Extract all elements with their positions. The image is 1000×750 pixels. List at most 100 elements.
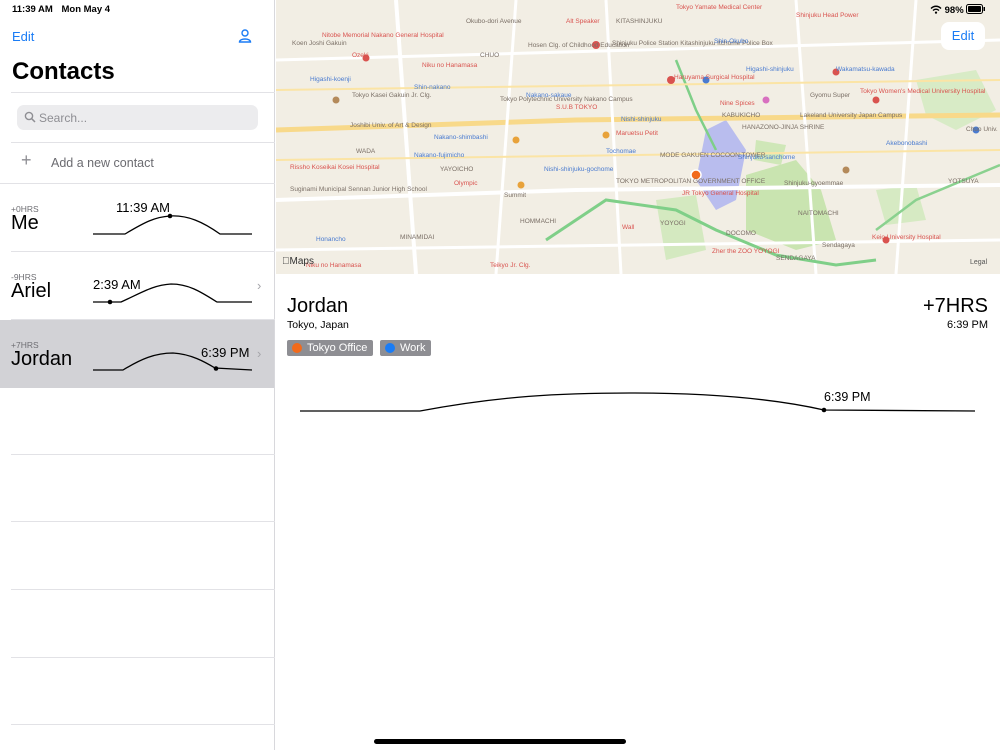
detail-curve-time: 6:39 PM — [824, 390, 871, 404]
current-time-dot — [213, 366, 219, 371]
map-label: Akebonobashi — [886, 140, 928, 147]
map-label: Ozeki — [352, 52, 369, 59]
contact-row-jordan[interactable]: +7HRS Jordan 6:39 PM › — [0, 320, 274, 388]
divider — [11, 92, 275, 93]
sidebar: 11:39 AM Mon May 4 Edit Contacts + Add a… — [0, 0, 275, 750]
map-label: MINAMIDAI — [400, 234, 435, 241]
map-label: Higashi-koenji — [310, 76, 351, 83]
map-label: Chuo Univ. — [966, 126, 998, 133]
maps-attribution[interactable]: Maps — [282, 256, 314, 267]
map-label: Keio University Hospital — [872, 234, 941, 241]
map-view[interactable]: Nitobe Memorial Nakano General Hospital … — [276, 0, 1000, 274]
map-label: Haruyama Surgical Hospital — [674, 74, 755, 81]
map-label: Shin-Okubo — [714, 38, 749, 45]
map-label: Honancho — [316, 236, 346, 243]
map-label: Okubo-dori Avenue — [466, 18, 522, 25]
tag-label: Tokyo Office — [307, 342, 368, 354]
map-label: Sendagaya — [822, 242, 855, 249]
map-label: Shinjuku-gyoemmae — [784, 180, 844, 187]
daylight-curve — [93, 283, 252, 305]
detail-time: 6:39 PM — [947, 319, 988, 331]
legal-link[interactable]: Legal — [970, 259, 987, 266]
map-label: Wakamatsu-kawada — [836, 66, 895, 73]
current-time-dot — [107, 299, 113, 305]
status-time: 11:39 AM — [12, 4, 53, 15]
map-label: Tokyo Women's Medical University Hospita… — [860, 88, 986, 95]
detail-daylight-curve — [300, 392, 976, 413]
divider — [11, 657, 275, 658]
divider — [11, 521, 275, 522]
current-time-dot — [167, 213, 173, 219]
map-label: Nitobe Memorial Nakano General Hospital — [322, 32, 444, 39]
add-contact-label: Add a new contact — [51, 156, 154, 170]
chevron-right-icon: › — [257, 278, 262, 293]
status-bar-left: 11:39 AM Mon May 4 — [12, 4, 116, 15]
map-label: Alt Speaker — [566, 18, 600, 25]
tag-color-dot — [385, 343, 395, 353]
add-contact-button[interactable]: + Add a new contact — [0, 148, 274, 180]
map-label: Niku no Hanamasa — [422, 62, 478, 69]
home-indicator[interactable] — [374, 739, 626, 744]
daylight-curve — [93, 213, 252, 235]
map-label: Tokyo Polytechnic University Nakano Camp… — [500, 96, 633, 103]
map-label: Zher the ZOO YOYOGI — [712, 248, 780, 255]
map-label: Gyomu Super — [810, 92, 851, 99]
map-label: DOCOMO — [726, 230, 756, 237]
status-date: Mon May 4 — [61, 4, 111, 15]
map-label: WADA — [356, 148, 376, 155]
page-title: Contacts — [12, 58, 115, 85]
daylight-curve — [93, 352, 253, 371]
contact-row-me[interactable]: +0HRS Me 11:39 AM — [0, 184, 274, 252]
detail-name: Jordan — [287, 295, 349, 317]
map-label: Nakano-fujimicho — [414, 152, 465, 159]
sidebar-edit-button[interactable]: Edit — [12, 29, 34, 44]
map-label: Shinjuku-sanchome — [738, 154, 796, 161]
map-label: KITASHINJUKU — [616, 18, 663, 25]
map-label: Nakano-shimbashi — [434, 134, 488, 141]
map-label: HANAZONO-JINJA SHRINE — [742, 124, 825, 131]
contact-name: Jordan — [11, 348, 73, 370]
detail-edit-button[interactable]: Edit — [941, 22, 985, 50]
search-bar[interactable] — [17, 105, 258, 130]
app-window: 11:39 AM Mon May 4 Edit Contacts + Add a… — [0, 0, 1000, 750]
map-label: Rissho Koseikai Kosei Hospital — [290, 164, 380, 171]
tag-label: Work — [400, 342, 426, 354]
map-label: Wall — [622, 224, 635, 231]
map-label: Summit — [504, 192, 527, 199]
detail-offset: +7HRS — [922, 295, 988, 317]
map-label: TOKYO METROPOLITAN GOVERNMENT OFFICE — [616, 178, 766, 185]
map-label: Shinjuku Police Station Kitashinjuku Itc… — [612, 40, 773, 47]
map-label: S.U.B TOKYO — [556, 104, 598, 111]
map-label: HOMMACHI — [520, 218, 557, 225]
chevron-right-icon: › — [257, 346, 262, 361]
search-input[interactable] — [39, 105, 249, 130]
map-label: KABUKICHO — [722, 112, 761, 119]
map-label: Teikyo Jr. Clg. — [490, 262, 531, 269]
contact-name: Ariel — [11, 280, 52, 302]
map-label: Niku no Hanamasa — [306, 262, 362, 269]
contact-row-ariel[interactable]: -9HRS Ariel 2:39 AM › — [0, 252, 274, 320]
battery-icon — [966, 4, 986, 14]
plus-icon: + — [21, 150, 32, 170]
map-label: Shin-nakano — [414, 84, 451, 91]
map-label: NAITOMACHI — [798, 210, 839, 217]
map-label: Higashi-shinjuku — [746, 66, 794, 73]
divider — [11, 589, 275, 590]
map-label: Suginami Municipal Sennan Junior High Sc… — [290, 186, 427, 193]
wifi-icon — [930, 5, 942, 14]
battery-percent: 98% — [944, 5, 964, 16]
contact-name: Me — [11, 212, 39, 234]
tag-tokyo-office[interactable]: Tokyo Office — [287, 340, 374, 356]
map-label: Lakeland University Japan Campus — [800, 112, 903, 119]
map-label: Nishi-shinjuku-gochome — [544, 166, 614, 173]
map-label: SENDAGAYA — [776, 255, 816, 262]
tag-color-dot — [292, 343, 302, 353]
map-label: Olympic — [454, 180, 478, 187]
map-label: Tokyo Yamate Medical Center — [676, 4, 763, 11]
map-label: Nishi-shinjuku — [621, 116, 662, 123]
detail-location: Tokyo, Japan — [287, 319, 349, 331]
map-label: Joshibi Univ. of Art & Design — [350, 122, 432, 129]
person-icon[interactable] — [237, 28, 253, 44]
tag-work[interactable]: Work — [380, 340, 432, 356]
map-label: CHUO — [480, 52, 500, 59]
